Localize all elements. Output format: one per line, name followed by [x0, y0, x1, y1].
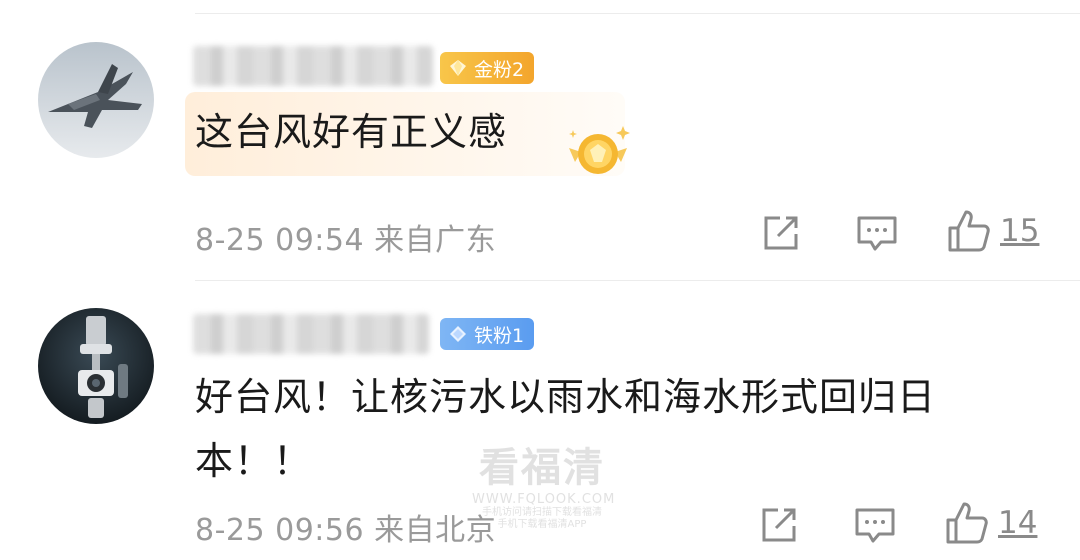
camera-gimbal-icon	[38, 308, 154, 424]
avatar[interactable]	[38, 308, 154, 424]
share-icon	[764, 216, 798, 250]
like-button[interactable]: 14	[944, 500, 1037, 546]
reply-button[interactable]	[855, 212, 899, 254]
watermark-subtext: 手机访问请扫描下载看福清	[482, 507, 602, 518]
comment-meta: 8-25 09:54 来自广东	[195, 223, 497, 258]
thumbs-up-icon	[946, 502, 988, 544]
watermark-url: WWW.FQLOOK.COM	[472, 492, 616, 507]
gem-icon	[450, 326, 466, 342]
username-blurred[interactable]	[193, 46, 433, 86]
fan-badge[interactable]: 金粉2	[440, 52, 535, 84]
medal-icon	[569, 126, 630, 174]
comment-meta: 8-25 09:56 来自北京	[195, 513, 497, 548]
gem-icon	[450, 60, 466, 76]
comment-divider	[195, 280, 1080, 281]
avatar[interactable]	[38, 42, 154, 158]
comment-icon	[855, 508, 895, 543]
share-icon	[762, 508, 796, 542]
comment-text: 这台风好有正义感	[195, 110, 508, 154]
badge-label: 金粉2	[474, 58, 525, 81]
comment-icon	[857, 216, 897, 251]
badge-label: 铁粉1	[474, 324, 525, 347]
reply-button[interactable]	[853, 504, 897, 546]
like-button[interactable]: 15	[946, 208, 1039, 254]
comment-text-line: 好台风！让核污水以雨水和海水形式回归日	[195, 375, 937, 419]
share-button[interactable]	[758, 504, 800, 546]
watermark-subtext: 手机下载看福清APP	[497, 519, 587, 530]
watermark-title: 看福清	[479, 445, 605, 491]
like-count: 14	[998, 505, 1038, 541]
top-divider	[195, 13, 1080, 14]
username-blurred[interactable]	[193, 314, 429, 354]
watermark: 看福清 WWW.FQLOOK.COM 手机访问请扫描下载看福清 手机下载看福清A…	[472, 444, 616, 531]
jet-fighter-icon	[38, 42, 154, 158]
fan-badge[interactable]: 铁粉1	[440, 318, 535, 350]
share-button[interactable]	[760, 212, 802, 254]
like-count: 15	[1000, 213, 1040, 249]
thumbs-up-icon	[948, 210, 990, 252]
